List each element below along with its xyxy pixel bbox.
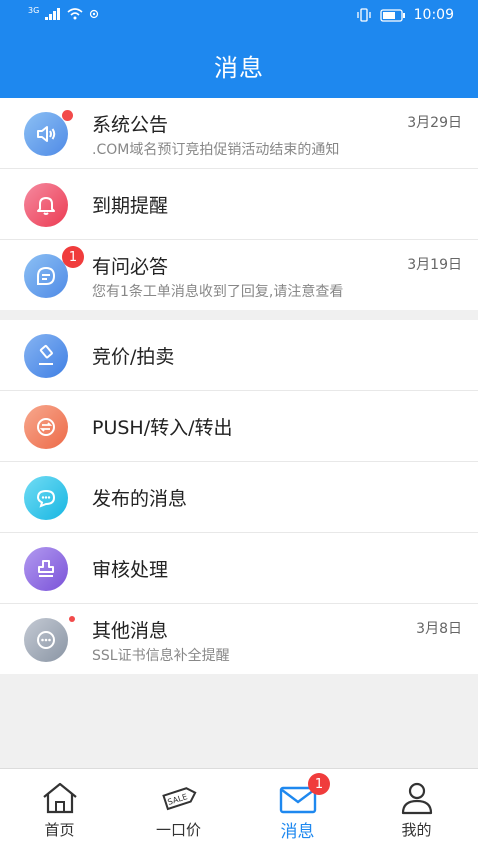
list-item-push-transfer[interactable]: PUSH/转入/转出 <box>0 391 478 462</box>
tab-label: 我的 <box>401 821 432 839</box>
page-title: 消息 <box>214 54 264 82</box>
item-name: 其他消息 <box>92 620 169 642</box>
header: 3G 10:09 消息 <box>0 0 478 98</box>
message-icon <box>24 476 68 520</box>
tab-label: 首页 <box>44 821 75 839</box>
more-icon <box>24 618 68 662</box>
battery-icon <box>379 8 405 22</box>
tab-mine[interactable]: 我的 <box>357 769 476 851</box>
list-item-system-notice[interactable]: 系统公告 .COM域名预订竞拍促销活动结束的通知 3月29日 <box>0 98 478 169</box>
item-date: 3月8日 <box>416 621 462 637</box>
nfc-icon <box>90 9 99 19</box>
notice-section: 系统公告 .COM域名预订竞拍促销活动结束的通知 3月29日 到期提醒 1 有问… <box>0 98 478 310</box>
sale-tag-icon: SALE <box>161 787 197 811</box>
tab-home[interactable]: 首页 <box>0 769 119 851</box>
item-desc: 您有1条工单消息收到了回复,请注意查看 <box>92 284 344 300</box>
list-item-published-messages[interactable]: 发布的消息 <box>0 462 478 533</box>
list-item-auction[interactable]: 竞价/拍卖 <box>0 320 478 391</box>
gavel-icon <box>24 334 68 378</box>
tab-badge: 1 <box>308 773 330 795</box>
item-name: 系统公告 <box>92 114 169 136</box>
item-name: 有问必答 <box>92 256 169 278</box>
tab-label: 一口价 <box>155 821 201 839</box>
item-name: 审核处理 <box>92 559 169 581</box>
item-date: 3月19日 <box>407 257 462 273</box>
item-desc: SSL证书信息补全提醒 <box>92 648 230 664</box>
item-name: 发布的消息 <box>92 488 188 510</box>
item-name: 竞价/拍卖 <box>92 346 175 368</box>
list-item-qa[interactable]: 1 有问必答 您有1条工单消息收到了回复,请注意查看 3月19日 <box>0 240 478 310</box>
status-bar: 3G 10:09 <box>0 0 478 32</box>
item-desc: .COM域名预订竞拍促销活动结束的通知 <box>92 142 340 158</box>
bell-icon <box>24 183 68 227</box>
signal-icon <box>45 8 61 20</box>
tab-messages[interactable]: 1 消息 <box>238 769 357 851</box>
home-icon <box>42 782 77 814</box>
list-item-review[interactable]: 审核处理 <box>0 533 478 604</box>
list-item-other-messages[interactable]: 其他消息 SSL证书信息补全提醒 3月8日 <box>0 604 478 674</box>
item-name: PUSH/转入/转出 <box>92 417 233 439</box>
network-label: 3G <box>28 5 40 15</box>
item-date: 3月29日 <box>407 115 462 131</box>
unread-badge: 1 <box>62 246 84 268</box>
category-section: 竞价/拍卖 PUSH/转入/转出 发布的消息 审核处理 其他消息 SSL证书信息… <box>0 320 478 674</box>
unread-dot <box>62 110 73 121</box>
tab-label: 消息 <box>280 822 315 842</box>
unread-dot <box>69 616 75 622</box>
tab-fixed-price[interactable]: SALE 一口价 <box>119 769 238 851</box>
speaker-icon <box>24 112 68 156</box>
list-item-expiry-reminder[interactable]: 到期提醒 <box>0 169 478 240</box>
wifi-icon <box>67 8 83 20</box>
user-icon <box>401 782 432 815</box>
chat-icon <box>24 254 68 298</box>
vibrate-icon <box>356 8 371 22</box>
tab-bar: 首页 SALE 一口价 1 消息 我的 <box>0 768 478 851</box>
stamp-icon <box>24 547 68 591</box>
transfer-icon <box>24 405 68 449</box>
item-name: 到期提醒 <box>92 195 169 217</box>
status-time: 10:09 <box>413 7 454 23</box>
